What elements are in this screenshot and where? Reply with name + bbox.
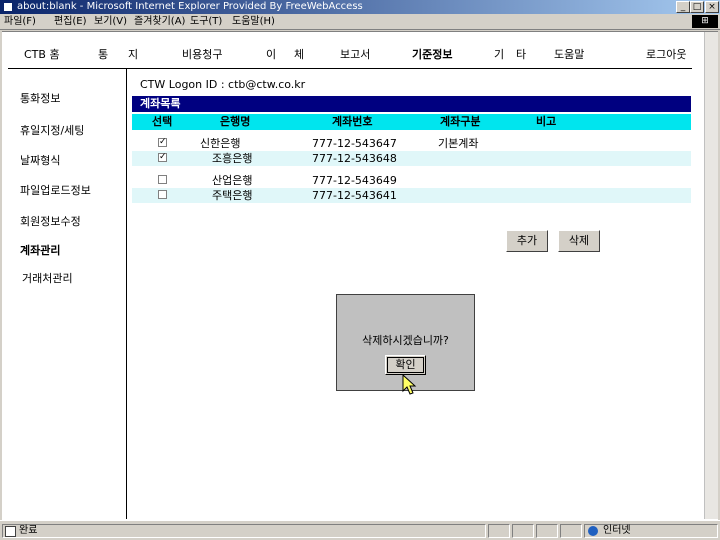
col-select: 선택 (152, 115, 173, 128)
status-cell (560, 524, 582, 538)
sidebar-item-client-mgmt[interactable]: 거래처관리 (22, 270, 73, 286)
sidebar-item-call-info[interactable]: 통화정보 (20, 90, 60, 106)
menu-favorites[interactable]: 즐겨찾기(A) (134, 15, 185, 29)
menu-file[interactable]: 파일(F) (4, 15, 36, 29)
page-icon (5, 526, 16, 537)
nav-billing[interactable]: 비용청구 (182, 46, 222, 62)
maximize-button[interactable]: □ (690, 1, 704, 13)
row-checkbox[interactable] (158, 190, 167, 199)
menu-edit[interactable]: 편집(E) (54, 15, 87, 29)
nav-ctb-home[interactable]: CTB 홈 (24, 46, 60, 62)
sidebar-item-account-mgmt[interactable]: 계좌관리 (20, 242, 60, 258)
vertical-scrollbar[interactable] (704, 32, 718, 519)
status-text: 완료 (19, 525, 38, 536)
top-divider (8, 68, 692, 69)
account-type: 기본계좌 (438, 137, 479, 150)
delete-button[interactable]: 삭제 (558, 230, 600, 252)
windows-logo-icon: ⊞ (692, 15, 718, 28)
table-header: 선택 은행명 계좌번호 계좌구분 비고 (132, 114, 691, 130)
confirm-button[interactable]: 확인 (385, 355, 426, 375)
col-note: 비고 (536, 115, 557, 128)
menu-view[interactable]: 보기(V) (94, 15, 127, 29)
bank-name: 신한은행 (200, 137, 241, 150)
status-zone: 인터넷 (584, 524, 718, 538)
account-number: 777-12-543647 (312, 137, 397, 150)
menu-help[interactable]: 도움말(H) (232, 15, 275, 29)
sidebar-item-file-upload[interactable]: 파일업로드정보 (20, 182, 91, 198)
logon-id-label: CTW Logon ID : ctb@ctw.co.kr (140, 78, 306, 91)
page-content: CTB 홈 통 지 비용청구 이 체 보고서 기준정보 기 타 도움말 로그아웃… (2, 31, 718, 520)
nav-reports[interactable]: 보고서 (340, 46, 370, 62)
row-checkbox[interactable]: ✓ (158, 138, 167, 147)
nav-ta[interactable]: 타 (516, 46, 526, 62)
status-cell (536, 524, 558, 538)
account-list-title: 계좌목록 (132, 96, 691, 112)
nav-gi[interactable]: 기 (494, 46, 504, 62)
status-cell (488, 524, 510, 538)
col-account-no: 계좌번호 (332, 115, 373, 128)
table-row: ✓ 신한은행 777-12-543647 기본계좌 (132, 136, 691, 151)
sidebar-item-member-edit[interactable]: 회원정보수정 (20, 213, 81, 229)
status-cell (512, 524, 534, 538)
table-row: 산업은행 777-12-543649 (132, 173, 691, 188)
row-checkbox[interactable] (158, 175, 167, 184)
nav-logout[interactable]: 로그아웃 (646, 46, 686, 62)
bank-name: 주택은행 (212, 189, 253, 202)
nav-master-info[interactable]: 기준정보 (412, 46, 452, 62)
nav-ji[interactable]: 지 (128, 46, 138, 62)
zone-label: 인터넷 (603, 525, 631, 536)
menu-tools[interactable]: 도구(T) (190, 15, 222, 29)
status-bar: 완료 인터넷 (0, 520, 720, 540)
minimize-button[interactable]: _ (676, 1, 690, 13)
account-number: 777-12-543649 (312, 174, 397, 187)
nav-tong[interactable]: 통 (98, 46, 108, 62)
bank-name: 산업은행 (212, 174, 253, 187)
nav-help[interactable]: 도움말 (554, 46, 584, 62)
table-row: ✓ 조흥은행 777-12-543648 (132, 151, 691, 166)
table-row: 주택은행 777-12-543641 (132, 188, 691, 203)
col-account-type: 계좌구분 (440, 115, 481, 128)
sidebar-divider (126, 68, 127, 519)
add-button[interactable]: 추가 (506, 230, 548, 252)
nav-i[interactable]: 이 (266, 46, 276, 62)
window-title: about:blank - Microsoft Internet Explore… (17, 1, 363, 12)
close-button[interactable]: × (705, 1, 719, 13)
nav-che[interactable]: 체 (294, 46, 304, 62)
col-bank: 은행명 (220, 115, 251, 128)
bank-name: 조흥은행 (212, 152, 253, 165)
dialog-message: 삭제하시겠습니까? (362, 334, 449, 347)
status-main: 완료 (2, 524, 486, 538)
window-title-bar: about:blank - Microsoft Internet Explore… (0, 0, 720, 14)
globe-icon (588, 526, 598, 536)
row-checkbox[interactable]: ✓ (158, 153, 167, 162)
account-number: 777-12-543641 (312, 189, 397, 202)
sidebar-item-date-format[interactable]: 날짜형식 (20, 152, 60, 168)
account-number: 777-12-543648 (312, 152, 397, 165)
sidebar-item-holiday[interactable]: 휴일지정/세팅 (20, 122, 84, 138)
mouse-cursor-icon (402, 374, 417, 395)
menu-bar: 파일(F) 편집(E) 보기(V) 즐겨찾기(A) 도구(T) 도움말(H) ⊞ (0, 14, 720, 30)
ie-app-icon (3, 2, 13, 12)
